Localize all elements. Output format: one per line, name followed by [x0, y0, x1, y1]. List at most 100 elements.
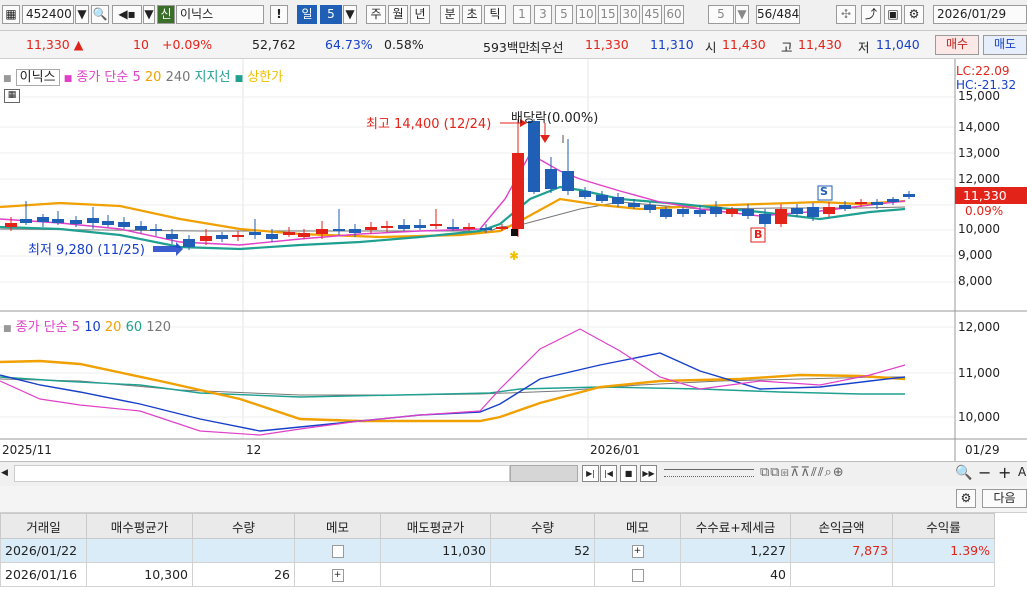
- candle-body: [596, 195, 608, 201]
- chart-scrollbar[interactable]: [14, 465, 510, 482]
- legend-bottom-ma5[interactable]: 종가 단순 5: [16, 320, 80, 335]
- chart-area[interactable]: ✱ ■ 이닉스 ■ 종가 단순 5 20 240 지지선 ■ 상한가 ▦ ■ 종…: [0, 59, 1027, 461]
- menu-icon[interactable]: ▦: [2, 5, 20, 24]
- custom-interval-dropdown-icon[interactable]: ▼: [735, 5, 749, 24]
- legend-bottom-ma60[interactable]: 60: [126, 320, 143, 335]
- tab-tick[interactable]: 틱: [484, 5, 506, 24]
- col-sell-qty[interactable]: 수량: [490, 513, 595, 539]
- col-sell-memo[interactable]: 메모: [594, 513, 681, 539]
- memo-add-icon[interactable]: +: [594, 538, 681, 563]
- legend-limit[interactable]: 상한가: [247, 70, 283, 85]
- tab-minute[interactable]: 분: [440, 5, 460, 24]
- drawing-tools[interactable]: ⧉⧉⧆⊼⊼⫽⫽⌕⊕: [760, 465, 845, 480]
- candle-body: [150, 229, 162, 231]
- trade-settings-gear-icon[interactable]: ⚙: [956, 489, 976, 508]
- zoom-in-icon[interactable]: +: [998, 463, 1011, 482]
- date-field[interactable]: 2026/01/29: [933, 5, 1027, 24]
- tab-month[interactable]: 월: [388, 5, 408, 24]
- stop-icon[interactable]: ■: [620, 465, 637, 482]
- candle-body: [20, 219, 32, 223]
- col-return[interactable]: 수익률: [892, 513, 995, 539]
- interval-60[interactable]: 60: [664, 5, 684, 24]
- scrollbar-thumb[interactable]: [510, 465, 578, 482]
- legend-ma240[interactable]: 240: [166, 70, 191, 85]
- col-trade-date[interactable]: 거래일: [0, 513, 87, 539]
- col-fees[interactable]: 수수료+제세금: [680, 513, 791, 539]
- low-annotation: 최저 9,280 (11/25): [28, 243, 146, 258]
- sell-button[interactable]: 매도: [983, 35, 1027, 55]
- next-button[interactable]: 다음: [982, 489, 1027, 508]
- candle-body: [216, 235, 228, 239]
- gear-icon[interactable]: ⚙: [904, 5, 924, 24]
- axis-label: 10,000: [958, 222, 1000, 236]
- stock-name-field[interactable]: 이닉스: [176, 5, 264, 24]
- code-dropdown-icon[interactable]: ▼: [75, 5, 89, 24]
- tab-year[interactable]: 년: [410, 5, 430, 24]
- col-sell-avg[interactable]: 매도평균가: [380, 513, 491, 539]
- col-pnl[interactable]: 손익금액: [790, 513, 893, 539]
- scroll-right-icon[interactable]: A: [1018, 465, 1026, 479]
- memo-add-icon[interactable]: +: [294, 562, 381, 587]
- table-icon[interactable]: ▦: [4, 89, 20, 103]
- high-price: 11,430: [798, 37, 842, 52]
- candle-body: [612, 197, 624, 204]
- zoom-search-icon[interactable]: 🔍: [955, 465, 972, 481]
- alert-button[interactable]: !: [270, 5, 288, 24]
- interval-15[interactable]: 15: [598, 5, 618, 24]
- scroll-left-icon[interactable]: ◀: [1, 465, 11, 481]
- buy-button[interactable]: 매수: [935, 35, 979, 55]
- search-icon[interactable]: 🔍: [91, 5, 109, 24]
- table-row[interactable]: 2026/01/22 11,030 52 + 1,227 7,873 1.39%: [0, 538, 995, 563]
- zoom-out-icon[interactable]: −: [978, 463, 991, 482]
- interval-3[interactable]: 3: [534, 5, 552, 24]
- candle-body: [528, 121, 540, 192]
- table-row[interactable]: 2026/01/16 10,300 26 + 40: [0, 562, 995, 587]
- volume-rate: 64.73%: [325, 37, 373, 52]
- candle-body: [37, 217, 49, 222]
- interval-1[interactable]: 1: [513, 5, 531, 24]
- rewind-icon[interactable]: |◀: [600, 465, 617, 482]
- trade-amount: 593백만: [483, 40, 530, 55]
- stock-code-input[interactable]: 452400: [22, 5, 74, 24]
- col-buy-memo[interactable]: 메모: [294, 513, 381, 539]
- candle-count-field[interactable]: 56/484: [756, 5, 800, 24]
- candle-body: [871, 202, 883, 205]
- limit-up-label: LC:22.09: [956, 64, 1010, 78]
- memo-blank-icon[interactable]: [294, 538, 381, 563]
- legend-stock-name[interactable]: 이닉스: [15, 69, 60, 86]
- axis-label: 10,000: [958, 410, 1000, 424]
- price-moving-averages: [0, 153, 906, 251]
- legend-ma5[interactable]: 종가 단순 5: [76, 70, 140, 85]
- speaker-icon[interactable]: ◀▪: [112, 5, 142, 24]
- save-icon[interactable]: ▣: [884, 5, 902, 24]
- interval-30[interactable]: 30: [620, 5, 640, 24]
- legend-bottom-ma10[interactable]: 10: [84, 320, 101, 335]
- draw-tool-icon[interactable]: ⤴: [861, 5, 881, 24]
- legend-bottom-ma20[interactable]: 20: [105, 320, 122, 335]
- period-dropdown-icon[interactable]: ▼: [343, 5, 357, 24]
- interval-10[interactable]: 10: [576, 5, 596, 24]
- play-icon[interactable]: ▶|: [582, 465, 599, 482]
- speaker-dropdown-icon[interactable]: ▼: [143, 5, 155, 24]
- interval-45[interactable]: 45: [642, 5, 662, 24]
- fast-forward-icon[interactable]: ▶▶: [640, 465, 657, 482]
- legend-bottom-ma120[interactable]: 120: [146, 320, 171, 335]
- tab-second[interactable]: 초: [462, 5, 482, 24]
- period-select[interactable]: 5: [320, 5, 342, 24]
- tab-day[interactable]: 일: [297, 5, 317, 24]
- interval-5[interactable]: 5: [555, 5, 573, 24]
- custom-interval-select[interactable]: 5: [708, 5, 734, 24]
- buy-signal-label: B: [754, 228, 763, 241]
- candle-body: [855, 202, 867, 204]
- memo-blank-icon[interactable]: [594, 562, 681, 587]
- axis-label: 8,000: [958, 274, 993, 288]
- zoom-slider[interactable]: [664, 469, 754, 477]
- tab-week[interactable]: 주: [366, 5, 386, 24]
- col-buy-qty[interactable]: 수량: [192, 513, 295, 539]
- legend-support[interactable]: 지지선: [195, 70, 231, 85]
- col-buy-avg[interactable]: 매수평균가: [86, 513, 193, 539]
- legend-ma20[interactable]: 20: [145, 70, 162, 85]
- crosshair-icon[interactable]: ✣: [836, 5, 856, 24]
- candle-body: [414, 225, 426, 228]
- candle-body: [381, 226, 393, 228]
